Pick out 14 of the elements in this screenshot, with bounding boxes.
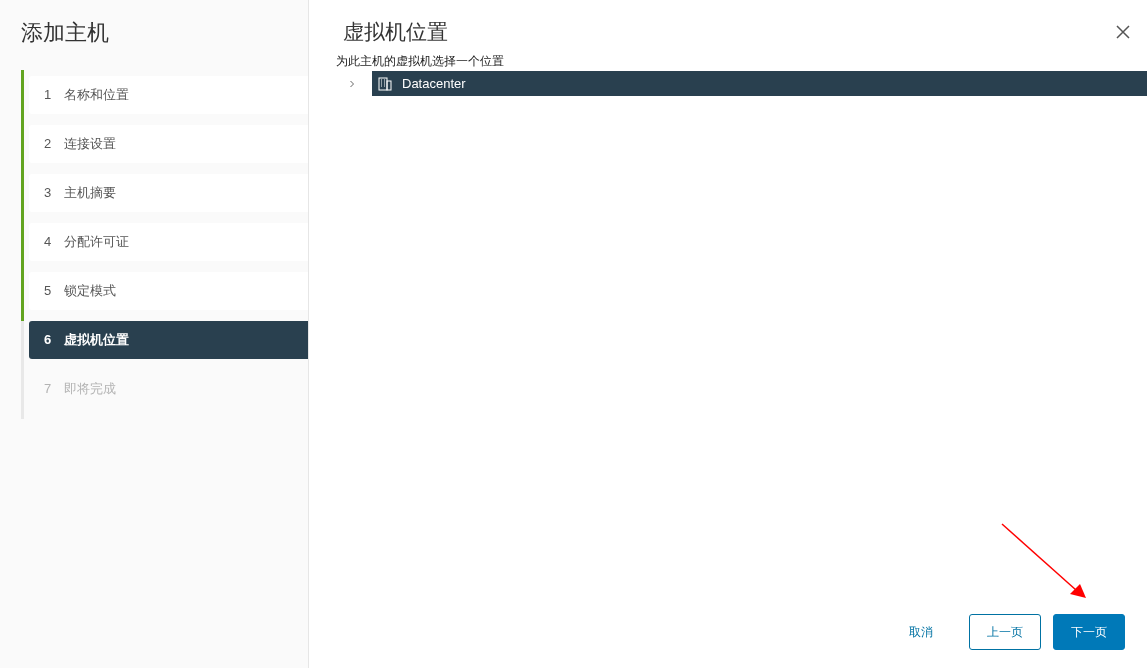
step-item[interactable]: 3 主机摘要 xyxy=(29,174,308,212)
step-item[interactable]: 6 虚拟机位置 xyxy=(29,321,308,359)
step-item[interactable]: 5 锁定模式 xyxy=(29,272,308,310)
building-icon xyxy=(378,76,392,91)
wizard-button[interactable]: 取消 xyxy=(895,614,947,650)
wizard-button[interactable]: 下一页 xyxy=(1053,614,1125,650)
step-item[interactable]: 1 名称和位置 xyxy=(29,76,308,114)
step-item[interactable]: 2 连接设置 xyxy=(29,125,308,163)
instruction-text: 为此主机的虚拟机选择一个位置 xyxy=(336,53,504,69)
page-title: 虚拟机位置 xyxy=(343,19,448,45)
wizard-title: 添加主机 xyxy=(21,19,109,47)
tree-node[interactable]: Datacenter xyxy=(372,71,1147,96)
step-item[interactable]: 4 分配许可证 xyxy=(29,223,308,261)
wizard-button[interactable]: 上一页 xyxy=(969,614,1041,650)
